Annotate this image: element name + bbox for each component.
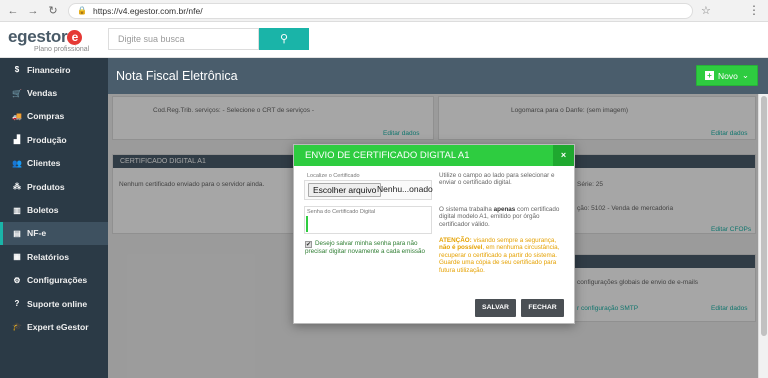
new-button[interactable]: + Novo ⌄ bbox=[696, 65, 758, 86]
sidebar-item-label: Financeiro bbox=[27, 64, 71, 75]
sidebar-item-label: Produção bbox=[27, 134, 67, 145]
graduation-cap-icon: 🎓 bbox=[12, 322, 22, 332]
factory-icon: ▟ bbox=[13, 135, 21, 145]
sidebar-item-label: Suporte online bbox=[27, 298, 88, 309]
help-text-2: O sistema trabalha apenas com certificad… bbox=[439, 206, 560, 228]
modal-title: ENVIO DE CERTIFICADO DIGITAL A1 bbox=[305, 150, 470, 161]
browser-toolbar: ← → ↻ 🔒 https://v4.egestor.com.br/nfe/ ☆… bbox=[0, 0, 768, 22]
sidebar-item-label: Produtos bbox=[27, 181, 65, 192]
sidebar-item-label: Relatórios bbox=[27, 251, 70, 262]
modal-header: ENVIO DE CERTIFICADO DIGITAL A1 × bbox=[294, 145, 574, 166]
sidebar-item-configura-es[interactable]: ⚙ Configurações bbox=[0, 269, 108, 292]
close-button[interactable]: FECHAR bbox=[521, 299, 564, 317]
sidebar-item-clientes[interactable]: 👥 Clientes bbox=[0, 152, 108, 175]
page-title: Nota Fiscal Eletrônica bbox=[116, 69, 238, 83]
search-input[interactable] bbox=[108, 28, 259, 50]
logo-mark-icon: e bbox=[67, 30, 83, 45]
brand-tagline: Plano profissional bbox=[34, 46, 90, 53]
save-button[interactable]: SALVAR bbox=[475, 299, 516, 317]
choose-file-button[interactable]: Escolher arquivo bbox=[308, 183, 382, 197]
save-password-checkbox[interactable]: ✔ bbox=[305, 241, 312, 248]
lock-icon: 🔒 bbox=[77, 6, 87, 15]
url-text: https://v4.egestor.com.br/nfe/ bbox=[92, 5, 203, 16]
sidebar-item-financeiro[interactable]: $ Financeiro bbox=[0, 58, 108, 81]
sidebar-item-label: Expert eGestor bbox=[27, 321, 89, 332]
sidebar-item-nf-e[interactable]: ▤ NF-e bbox=[0, 221, 108, 246]
chevron-down-icon: ⌄ bbox=[741, 70, 749, 80]
password-label: Senha do Certificado Digital bbox=[307, 209, 376, 215]
attention-text: ATENÇÃO: visando sempre a segurança, não… bbox=[439, 237, 560, 274]
certificate-password-input[interactable] bbox=[306, 216, 426, 232]
bookmark-star-icon[interactable]: ☆ bbox=[701, 4, 711, 17]
truck-icon: 🚚 bbox=[12, 111, 22, 121]
sidebar-item-vendas[interactable]: 🛒 Vendas bbox=[0, 81, 108, 104]
save-password-text: Desejo salvar minha senha para não preci… bbox=[305, 240, 426, 255]
sidebar-item-label: NF-e bbox=[27, 228, 47, 239]
address-bar[interactable]: 🔒 https://v4.egestor.com.br/nfe/ bbox=[68, 2, 693, 19]
sidebar-item-relat-rios[interactable]: ▦ Relatórios bbox=[0, 245, 108, 268]
sidebar-item-boletos[interactable]: ▥ Boletos bbox=[0, 198, 108, 221]
users-icon: 👥 bbox=[12, 158, 22, 168]
file-icon: ▤ bbox=[13, 228, 21, 238]
close-icon[interactable]: × bbox=[553, 145, 574, 166]
dollar-icon: $ bbox=[14, 65, 20, 75]
save-password-option[interactable]: ✔ Desejo salvar minha senha para não prec… bbox=[305, 240, 437, 256]
file-picker[interactable]: Escolher arquivo Nenhu...onado bbox=[304, 180, 433, 200]
sidebar-item-compras[interactable]: 🚚 Compras bbox=[0, 105, 108, 128]
search-button[interactable]: ⚲ bbox=[259, 28, 309, 50]
reload-icon[interactable]: ↻ bbox=[46, 4, 60, 18]
page-title-bar: Nota Fiscal Eletrônica + Novo ⌄ bbox=[108, 58, 768, 94]
sidebar-item-label: Compras bbox=[27, 111, 65, 122]
gears-icon: ⚙ bbox=[13, 275, 21, 285]
sidebar-item-label: Vendas bbox=[27, 88, 58, 99]
cart-icon: 🛒 bbox=[12, 88, 22, 98]
sidebar-item-produ-o[interactable]: ▟ Produção bbox=[0, 128, 108, 151]
help-text-1: Utilize o campo ao lado para selecionar … bbox=[439, 172, 555, 187]
sidebar-item-label: Configurações bbox=[27, 275, 88, 286]
back-arrow-icon[interactable]: ← bbox=[6, 4, 20, 18]
sidebar-item-suporte-online[interactable]: ? Suporte online bbox=[0, 292, 108, 315]
sidebar-item-expert-egestor[interactable]: 🎓 Expert eGestor bbox=[0, 315, 108, 338]
sidebar: $ Financeiro 🛒 Vendas 🚚 Compras ▟ Produção 👥 Clie… bbox=[0, 58, 108, 378]
modal-body: Localize o Certificado Escolher arquivo … bbox=[294, 166, 574, 325]
browser-menu-icon[interactable]: ⋮ bbox=[748, 3, 760, 17]
certificate-upload-modal: ENVIO DE CERTIFICADO DIGITAL A1 × Locali… bbox=[293, 144, 575, 324]
sidebar-item-label: Boletos bbox=[27, 205, 59, 216]
locate-certificate-label: Localize o Certificado bbox=[307, 173, 360, 179]
sidebar-item-produtos[interactable]: ⁂ Produtos bbox=[0, 175, 108, 198]
search-icon: ⚲ bbox=[279, 33, 289, 45]
new-button-label: Novo bbox=[718, 70, 738, 81]
sidebar-item-label: Clientes bbox=[27, 158, 61, 169]
brand-name: egestor e bbox=[8, 27, 83, 46]
bar-chart-icon: ▦ bbox=[13, 252, 21, 262]
egestor-logo[interactable]: egestor e Plano profissional bbox=[8, 27, 104, 53]
forward-arrow-icon[interactable]: → bbox=[26, 4, 40, 18]
content-scrollbar[interactable] bbox=[758, 94, 768, 378]
barcode-icon: ▥ bbox=[13, 205, 21, 215]
app-header: egestore Plano profissional ⚲ bbox=[0, 22, 768, 58]
selected-file-name: Nenhu...onado bbox=[377, 184, 433, 194]
plus-icon: + bbox=[705, 71, 715, 80]
cubes-icon: ⁂ bbox=[13, 182, 21, 192]
question-icon: ? bbox=[14, 299, 20, 309]
scrollbar-thumb[interactable] bbox=[761, 96, 767, 336]
